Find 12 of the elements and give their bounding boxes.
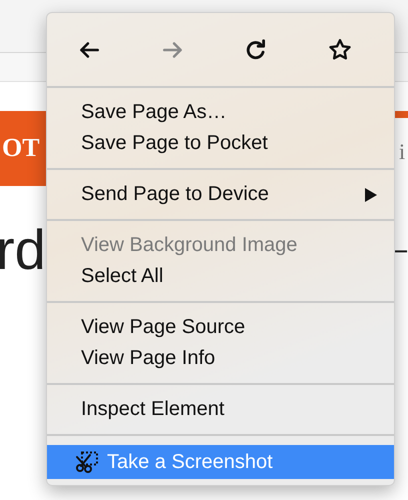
menu-item[interactable]: Select All [47,261,394,292]
menu-item[interactable]: View Page Info [47,343,394,374]
star-button[interactable] [327,36,354,62]
banner-text: OT [2,133,40,163]
menu-item[interactable]: View Page Source [47,312,394,343]
menu-item[interactable]: Send Page to Device [47,179,394,210]
submenu-arrow-icon [364,186,378,202]
menu-item[interactable]: Save Page to Pocket [47,128,394,159]
menu-item[interactable]: Inspect Element [47,394,394,425]
nav-link-text: i [399,139,406,165]
scissors-icon [75,451,99,473]
menu-item[interactable]: Save Page As… [47,97,394,128]
